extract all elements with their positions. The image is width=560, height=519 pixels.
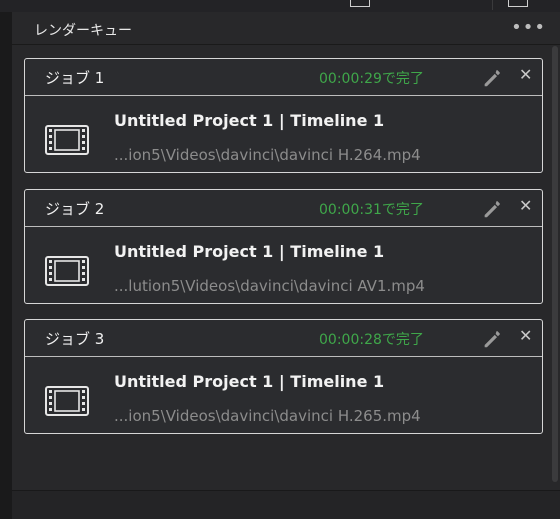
job-name: ジョブ 1 — [45, 69, 105, 87]
job-name: ジョブ 3 — [45, 330, 105, 348]
job-header: ジョブ 3 00:00:28で完了 ✕ — [25, 320, 542, 357]
job-output-path: ...ion5\Videos\davinci\davinci H.264.mp4 — [114, 146, 421, 164]
panel-header: レンダーキュー ••• — [12, 12, 560, 45]
close-icon[interactable]: ✕ — [519, 196, 532, 215]
edit-icon[interactable] — [481, 198, 503, 220]
edit-icon[interactable] — [481, 67, 503, 89]
toolbar-button-icon[interactable] — [508, 0, 528, 7]
panel-footer — [12, 490, 560, 519]
render-job-card[interactable]: ジョブ 2 00:00:31で完了 ✕ Untitled Project 1 |… — [24, 189, 543, 304]
job-output-path: ...ion5\Videos\davinci\davinci H.265.mp4 — [114, 407, 421, 425]
job-header: ジョブ 2 00:00:31で完了 ✕ — [25, 190, 542, 227]
toolbar-divider — [492, 0, 493, 10]
panel-title: レンダーキュー — [34, 23, 132, 39]
job-name: ジョブ 2 — [45, 200, 105, 218]
job-output-path: ...lution5\Videos\davinci\davinci AV1.mp… — [114, 277, 425, 295]
film-icon — [45, 256, 89, 286]
job-status: 00:00:31で完了 — [319, 202, 424, 218]
render-job-card[interactable]: ジョブ 1 00:00:29で完了 ✕ Untitled Project 1 |… — [24, 58, 543, 173]
toolbar-button-icon[interactable] — [350, 0, 370, 7]
render-job-card[interactable]: ジョブ 3 00:00:28で完了 ✕ Untitled Project 1 |… — [24, 319, 543, 434]
close-icon[interactable]: ✕ — [519, 326, 532, 345]
film-icon — [45, 386, 89, 416]
job-status: 00:00:29で完了 — [319, 71, 424, 87]
edit-icon[interactable] — [481, 328, 503, 350]
job-title: Untitled Project 1 | Timeline 1 — [114, 242, 385, 261]
close-icon[interactable]: ✕ — [519, 65, 532, 84]
top-toolbar-strip — [0, 0, 560, 12]
job-status: 00:00:28で完了 — [319, 332, 424, 348]
job-header: ジョブ 1 00:00:29で完了 ✕ — [25, 59, 542, 96]
scrollbar[interactable] — [552, 46, 558, 482]
render-queue-panel: レンダーキュー ••• ジョブ 1 00:00:29で完了 ✕ Untitled… — [12, 12, 560, 519]
job-title: Untitled Project 1 | Timeline 1 — [114, 111, 385, 130]
more-options-icon[interactable]: ••• — [511, 17, 546, 38]
job-title: Untitled Project 1 | Timeline 1 — [114, 372, 385, 391]
film-icon — [45, 125, 89, 155]
